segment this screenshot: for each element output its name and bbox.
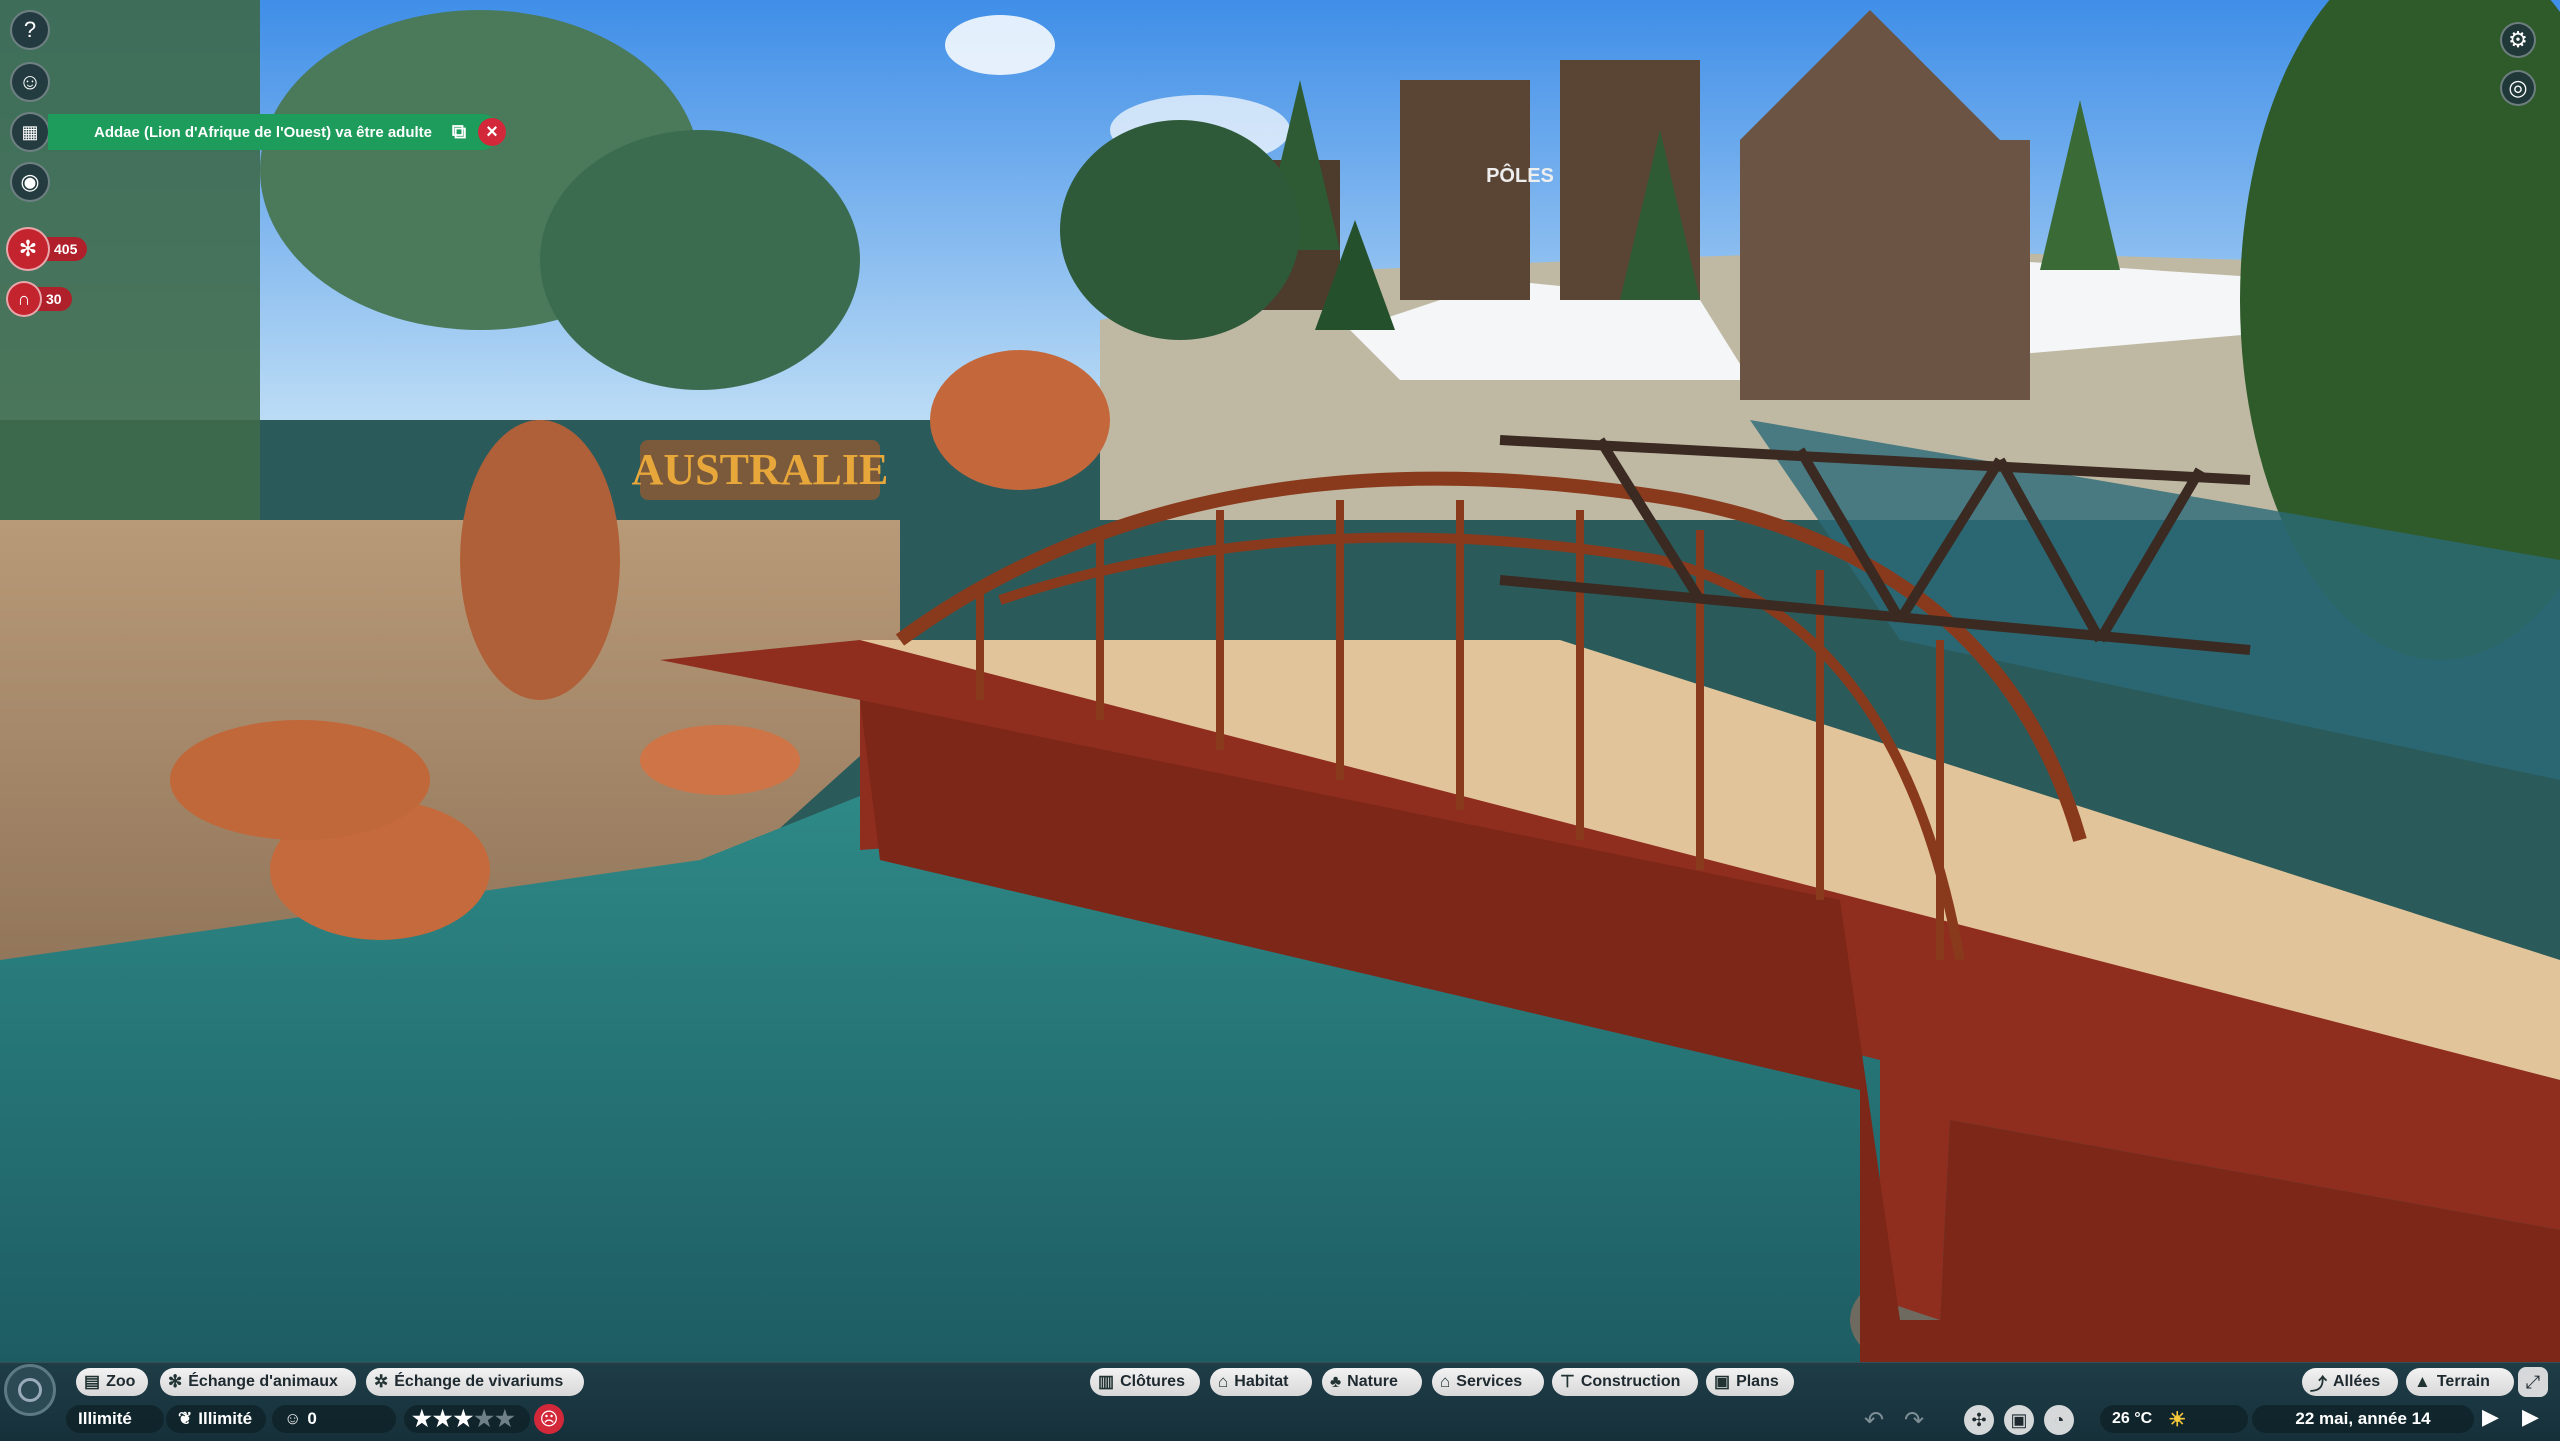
blueprint-icon: ▣ <box>1714 1372 1731 1391</box>
guests-status[interactable]: ☺ 0 <box>272 1405 396 1433</box>
vivarium-exchange-label: Échange de vivariums <box>394 1373 564 1390</box>
date-value: 22 mai, année 14 <box>2295 1409 2431 1428</box>
zoo-button[interactable]: ▤ Zoo <box>76 1368 148 1396</box>
construction-button[interactable]: ⊤ Construction <box>1552 1368 1698 1396</box>
habitat-label: Habitat <box>1234 1373 1289 1390</box>
zoo-dial-button[interactable] <box>4 1364 56 1416</box>
rating-stars: ★★★★★ <box>412 1406 516 1432</box>
date-status[interactable]: 22 mai, année 14 <box>2252 1405 2474 1433</box>
settings-icon: ⚙ <box>2508 27 2528 52</box>
paw-icon: ✻ <box>6 227 50 271</box>
research-status[interactable]: ❦ Illimité <box>166 1405 266 1433</box>
notification-close-button[interactable]: × <box>478 118 506 146</box>
blueprints-button[interactable]: ▣ Plans <box>1706 1368 1794 1396</box>
gamepad-button[interactable]: ✣ <box>1964 1405 1994 1435</box>
paths-label: Allées <box>2333 1373 2381 1390</box>
construction-label: Construction <box>1580 1373 1681 1390</box>
habitat-button[interactable]: ⌂ Habitat <box>1210 1368 1312 1396</box>
guest-info-icon: ☺ <box>18 69 42 94</box>
speed-dial-button[interactable]: ◔ <box>2044 1405 2074 1435</box>
shop-icon: ⌂ <box>1440 1372 1451 1391</box>
star-filled-icon: ★ <box>453 1406 475 1431</box>
weather-status[interactable]: 26 °C ☀ <box>2100 1405 2248 1433</box>
fast-forward-icon[interactable]: ▶ <box>2522 1404 2539 1430</box>
paths-button[interactable]: ⤴ Allées <box>2302 1368 2398 1396</box>
terrain-icon: ▲ <box>2414 1372 2431 1391</box>
terrain-label: Terrain <box>2436 1373 2490 1390</box>
notification-text: Addae (Lion d'Afrique de l'Ouest) va êtr… <box>94 123 433 141</box>
calendar-button[interactable]: ▦ <box>10 112 50 152</box>
close-icon: × <box>486 120 498 143</box>
mood-button[interactable]: ☹ <box>534 1404 564 1434</box>
camera-icon: ◎ <box>2508 75 2528 100</box>
paw-icon: ✻ <box>168 1372 183 1391</box>
visibility-icon: ◉ <box>20 169 40 194</box>
undo-icon[interactable]: ↶ <box>1864 1406 1884 1435</box>
visibility-button[interactable]: ◉ <box>10 162 50 202</box>
notification-banner[interactable]: Addae (Lion d'Afrique de l'Ouest) va êtr… <box>48 114 500 150</box>
zoo-label: Zoo <box>106 1373 136 1390</box>
help-button[interactable]: ? <box>10 10 50 50</box>
settings-button[interactable]: ⚙ <box>2500 22 2536 58</box>
fences-button[interactable]: ▥ Clôtures <box>1090 1368 1200 1396</box>
play-icon[interactable]: ▶ <box>2482 1404 2499 1430</box>
scale-tool-button[interactable]: ⤢ <box>2518 1367 2548 1397</box>
nature-button[interactable]: ♣ Nature <box>1322 1368 1422 1396</box>
money-value: Illimité <box>78 1409 132 1428</box>
temperature-value: 26 °C <box>2112 1410 2153 1427</box>
animal-exchange-label: Échange d'animaux <box>188 1373 338 1390</box>
leaf-icon: ❦ <box>178 1409 193 1428</box>
scene-sign-text: AUSTRALIE <box>632 445 889 494</box>
guests-icon: ☺ <box>284 1409 302 1428</box>
animal-counter[interactable]: ✻ 405 <box>6 227 88 271</box>
zoo-icon: ▤ <box>84 1372 101 1391</box>
guest-counter[interactable]: ∩ 30 <box>6 281 72 317</box>
redo-icon[interactable]: ↷ <box>1904 1406 1924 1435</box>
blueprints-label: Plans <box>1736 1373 1779 1390</box>
tree-icon: ♣ <box>1330 1372 1342 1391</box>
dial-icon: ◔ <box>2053 1409 2065 1430</box>
star-empty-icon: ★ <box>494 1406 516 1431</box>
gamepad-icon: ✣ <box>1971 1409 1987 1430</box>
habitat-icon: ⌂ <box>1218 1372 1229 1391</box>
camera-button[interactable]: ◎ <box>2500 70 2536 106</box>
sun-icon: ☀ <box>2168 1408 2187 1431</box>
star-filled-icon: ★ <box>432 1406 454 1431</box>
services-label: Services <box>1456 1373 1523 1390</box>
money-status[interactable]: Illimité <box>66 1405 164 1433</box>
sad-face-icon: ☹ <box>539 1408 559 1429</box>
calendar-icon: ▦ <box>21 122 39 142</box>
guest-info-button[interactable]: ☺ <box>10 62 50 102</box>
zoo-rating[interactable]: ★★★★★ <box>404 1405 530 1433</box>
star-empty-icon: ★ <box>474 1406 495 1431</box>
terrain-button[interactable]: ▲ Terrain <box>2406 1368 2514 1396</box>
animal-exchange-button[interactable]: ✻ Échange d'animaux <box>160 1368 356 1396</box>
headphones-icon: ∩ <box>6 281 42 317</box>
photo-mode-button[interactable]: ▣ <box>2004 1405 2034 1435</box>
bug-icon: ✲ <box>374 1372 389 1391</box>
services-button[interactable]: ⌂ Services <box>1432 1368 1544 1396</box>
star-filled-icon: ★ <box>412 1406 433 1431</box>
path-icon: ⤴ <box>2310 1374 2327 1394</box>
dial-icon <box>18 1378 42 1402</box>
fence-icon: ▥ <box>1098 1372 1115 1391</box>
external-link-icon[interactable]: ⧉ <box>448 121 470 143</box>
help-icon: ? <box>23 17 37 42</box>
nature-label: Nature <box>1347 1373 1398 1390</box>
fences-label: Clôtures <box>1120 1373 1185 1390</box>
scene-render: AUSTRALIE PÔLES <box>0 0 2560 1380</box>
research-value: Illimité <box>198 1409 253 1428</box>
vivarium-exchange-button[interactable]: ✲ Échange de vivariums <box>366 1368 584 1396</box>
guests-value: 0 <box>307 1409 317 1428</box>
construction-icon: ⊤ <box>1560 1372 1575 1391</box>
photo-icon: ▣ <box>2010 1409 2028 1430</box>
scene-sign-poles-text: PÔLES <box>1486 163 1554 187</box>
game-viewport[interactable]: AUSTRALIE PÔLES <box>0 0 2560 1440</box>
scale-icon: ⤢ <box>2525 1371 2541 1392</box>
